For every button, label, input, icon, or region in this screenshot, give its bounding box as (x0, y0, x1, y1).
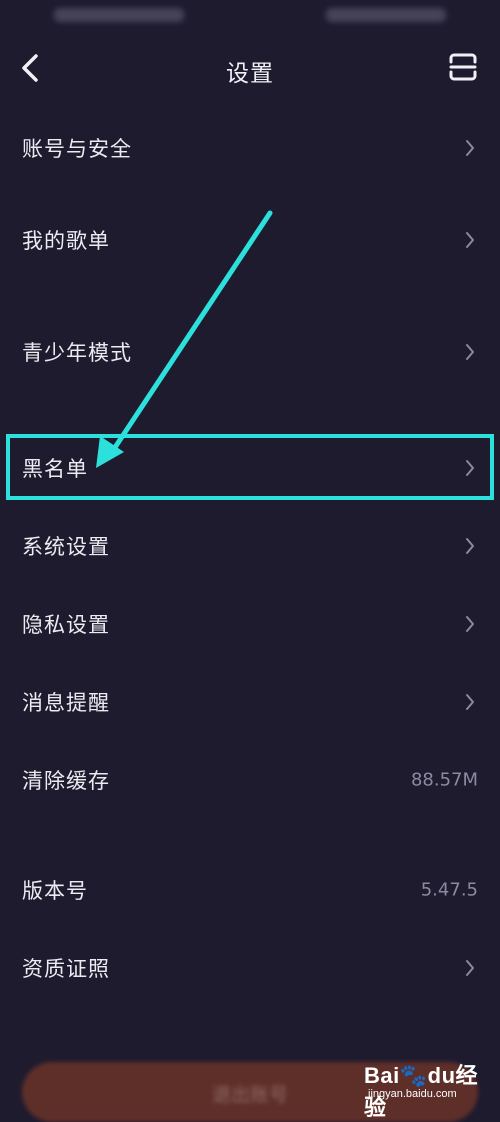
version-value: 5.47.5 (420, 879, 478, 901)
menu-item-qualifications[interactable]: 资质证照 (0, 932, 500, 1004)
cache-size-value: 88.57M (410, 769, 478, 791)
chevron-right-icon (466, 538, 474, 554)
page-title: 设置 (226, 61, 274, 87)
chevron-right-icon (466, 232, 474, 248)
chevron-right-icon (466, 960, 474, 976)
menu-item-account-security[interactable]: 账号与安全 (0, 112, 500, 184)
chevron-right-icon (466, 694, 474, 710)
menu-item-label: 青少年模式 (22, 341, 132, 365)
status-bar-left (54, 8, 184, 22)
menu-item-system-settings[interactable]: 系统设置 (0, 510, 500, 582)
menu-item-notifications[interactable]: 消息提醒 (0, 666, 500, 738)
watermark: Bai🐾du经验 jingyan.baidu.com (364, 1058, 484, 1120)
watermark-url: jingyan.baidu.com (368, 1088, 457, 1100)
status-bar-right (326, 8, 446, 22)
paw-icon: 🐾 (399, 1063, 428, 1088)
menu-item-blacklist[interactable]: 黑名单 (0, 438, 500, 498)
menu-item-version: 版本号 5.47.5 (0, 854, 500, 926)
chevron-right-icon (466, 140, 474, 156)
scan-icon[interactable] (448, 52, 478, 82)
menu-item-label: 资质证照 (22, 957, 110, 981)
status-bar (0, 0, 500, 36)
chevron-right-icon (466, 460, 474, 476)
menu-item-my-playlists[interactable]: 我的歌单 (0, 202, 500, 278)
menu-item-label: 消息提醒 (22, 691, 110, 715)
menu-item-label: 清除缓存 (22, 769, 110, 793)
menu-item-privacy-settings[interactable]: 隐私设置 (0, 588, 500, 660)
chevron-right-icon (466, 344, 474, 360)
menu-item-label: 版本号 (22, 879, 88, 903)
menu-item-clear-cache[interactable]: 清除缓存 88.57M (0, 744, 500, 816)
menu-item-label: 我的歌单 (22, 229, 110, 253)
chevron-right-icon (466, 616, 474, 632)
menu-item-label: 系统设置 (22, 535, 110, 559)
menu-item-label: 黑名单 (22, 457, 88, 481)
header: 设置 (0, 36, 500, 100)
menu-item-teen-mode[interactable]: 青少年模式 (0, 314, 500, 390)
menu-item-label: 隐私设置 (22, 613, 110, 637)
menu-item-label: 账号与安全 (22, 137, 132, 161)
